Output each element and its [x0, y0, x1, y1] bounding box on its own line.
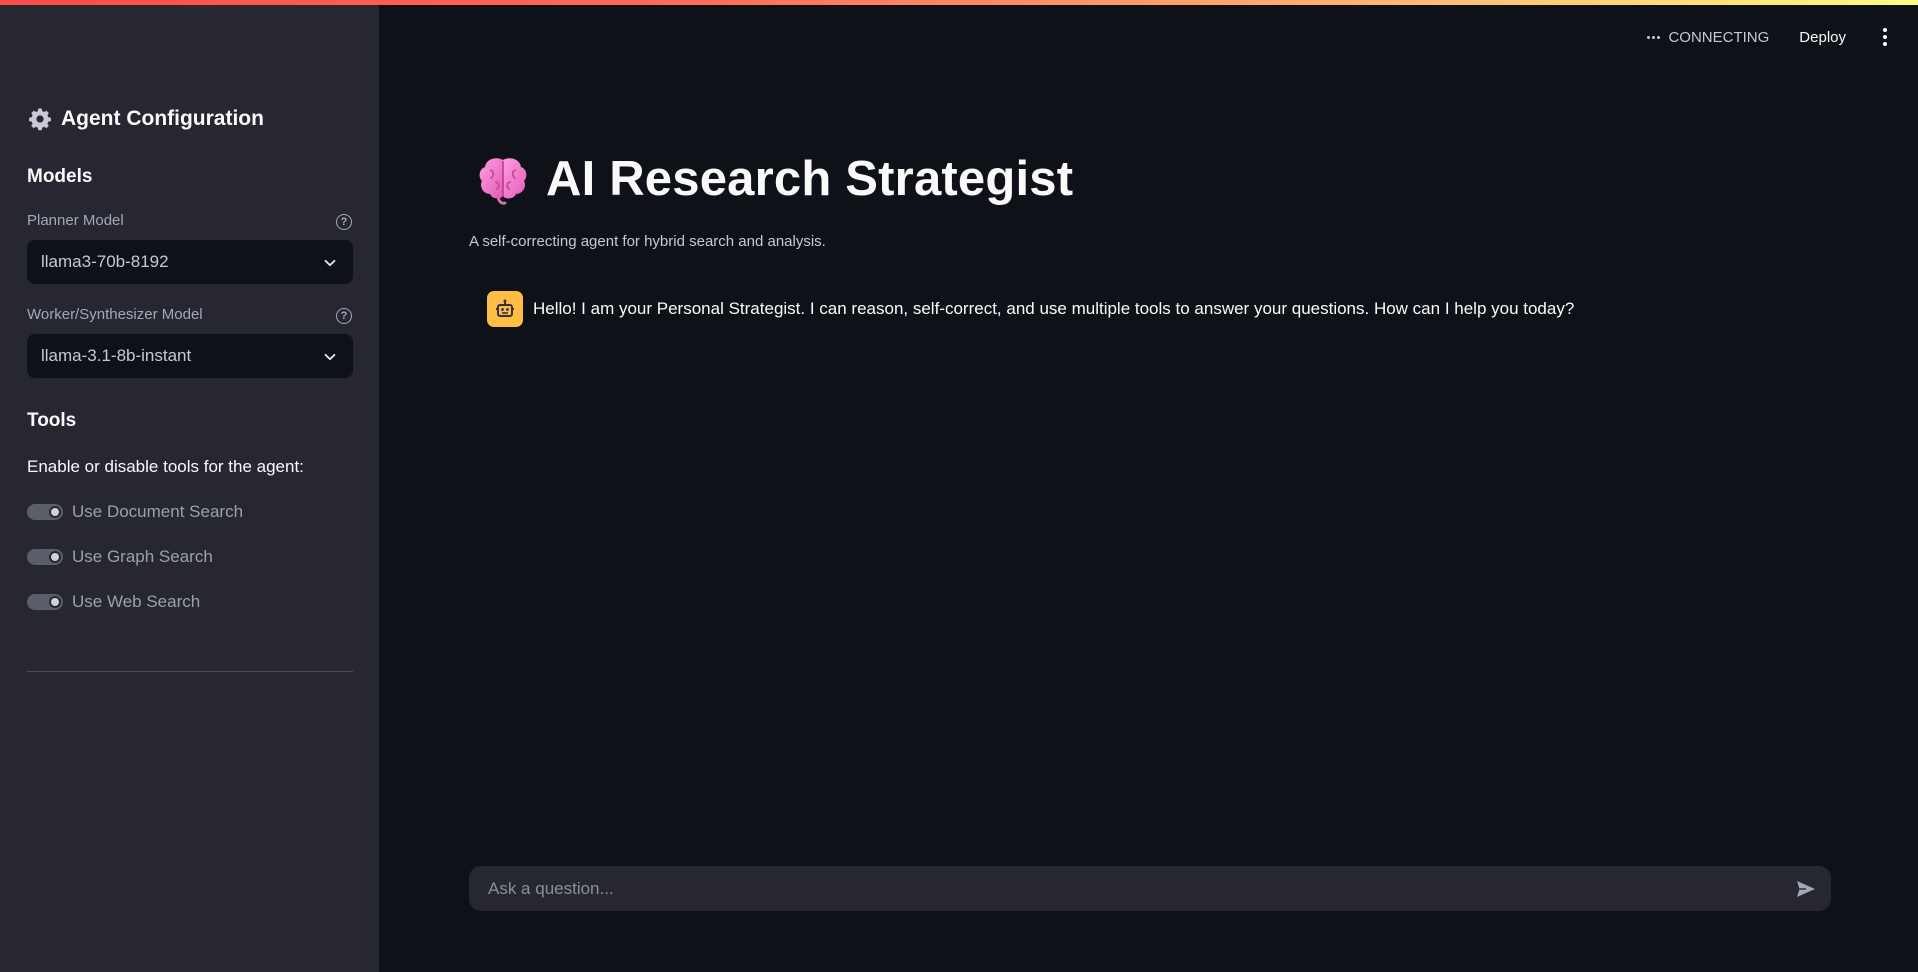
- toggle-graph-search[interactable]: Use Graph Search: [27, 547, 213, 567]
- status-text: CONNECTING: [1668, 28, 1770, 46]
- chat-message-text: Hello! I am your Personal Strategist. I …: [533, 299, 1575, 318]
- chat-message-assistant: Hello! I am your Personal Strategist. I …: [487, 291, 1574, 327]
- worker-model-value: llama-3.1-8b-instant: [41, 346, 192, 365]
- planner-model-value: llama3-70b-8192: [41, 252, 169, 271]
- worker-model-label: Worker/Synthesizer Model: [27, 306, 203, 323]
- sidebar-title-label: Agent Configuration: [61, 107, 264, 130]
- kebab-menu-icon[interactable]: [1870, 20, 1900, 54]
- planner-model-select[interactable]: llama3-70b-8192: [27, 240, 353, 284]
- toggle-label: Use Web Search: [72, 592, 201, 611]
- status-dots-icon: [1647, 35, 1661, 39]
- brain-icon: [474, 150, 532, 208]
- models-heading: Models: [27, 166, 93, 187]
- toggle-switch[interactable]: [27, 594, 63, 610]
- page-caption: A self-correcting agent for hybrid searc…: [469, 233, 826, 250]
- chat-input[interactable]: Ask a question...: [469, 866, 1831, 911]
- chevron-down-icon: [323, 255, 337, 275]
- sidebar-title: Agent Configuration: [27, 106, 264, 132]
- robot-icon: [487, 291, 523, 327]
- planner-help-icon[interactable]: ?: [336, 214, 352, 230]
- worker-model-select[interactable]: llama-3.1-8b-instant: [27, 334, 353, 378]
- tools-description: Enable or disable tools for the agent:: [27, 457, 304, 476]
- toggle-switch[interactable]: [27, 549, 63, 565]
- toggle-document-search[interactable]: Use Document Search: [27, 502, 243, 522]
- toggle-label: Use Document Search: [72, 502, 244, 521]
- connection-status: CONNECTING: [1647, 29, 1769, 46]
- chevron-down-icon: [323, 349, 337, 369]
- page-title: AI Research Strategist: [474, 150, 1073, 208]
- worker-help-icon[interactable]: ?: [336, 308, 352, 324]
- page-title-text: AI Research Strategist: [546, 152, 1074, 206]
- app-header: CONNECTING Deploy: [1647, 20, 1918, 54]
- tools-heading: Tools: [27, 410, 77, 431]
- gear-icon: [27, 106, 53, 132]
- send-icon[interactable]: [1795, 878, 1817, 900]
- chat-input-placeholder[interactable]: Ask a question...: [488, 879, 614, 899]
- sidebar: Agent Configuration Models Planner Model…: [0, 0, 379, 972]
- deploy-button[interactable]: Deploy: [1799, 29, 1846, 46]
- top-loading-bar: [0, 0, 1918, 5]
- planner-model-label: Planner Model: [27, 212, 124, 229]
- toggle-web-search[interactable]: Use Web Search: [27, 592, 200, 612]
- toggle-switch[interactable]: [27, 504, 63, 520]
- toggle-label: Use Graph Search: [72, 547, 213, 566]
- sidebar-divider: [27, 671, 353, 672]
